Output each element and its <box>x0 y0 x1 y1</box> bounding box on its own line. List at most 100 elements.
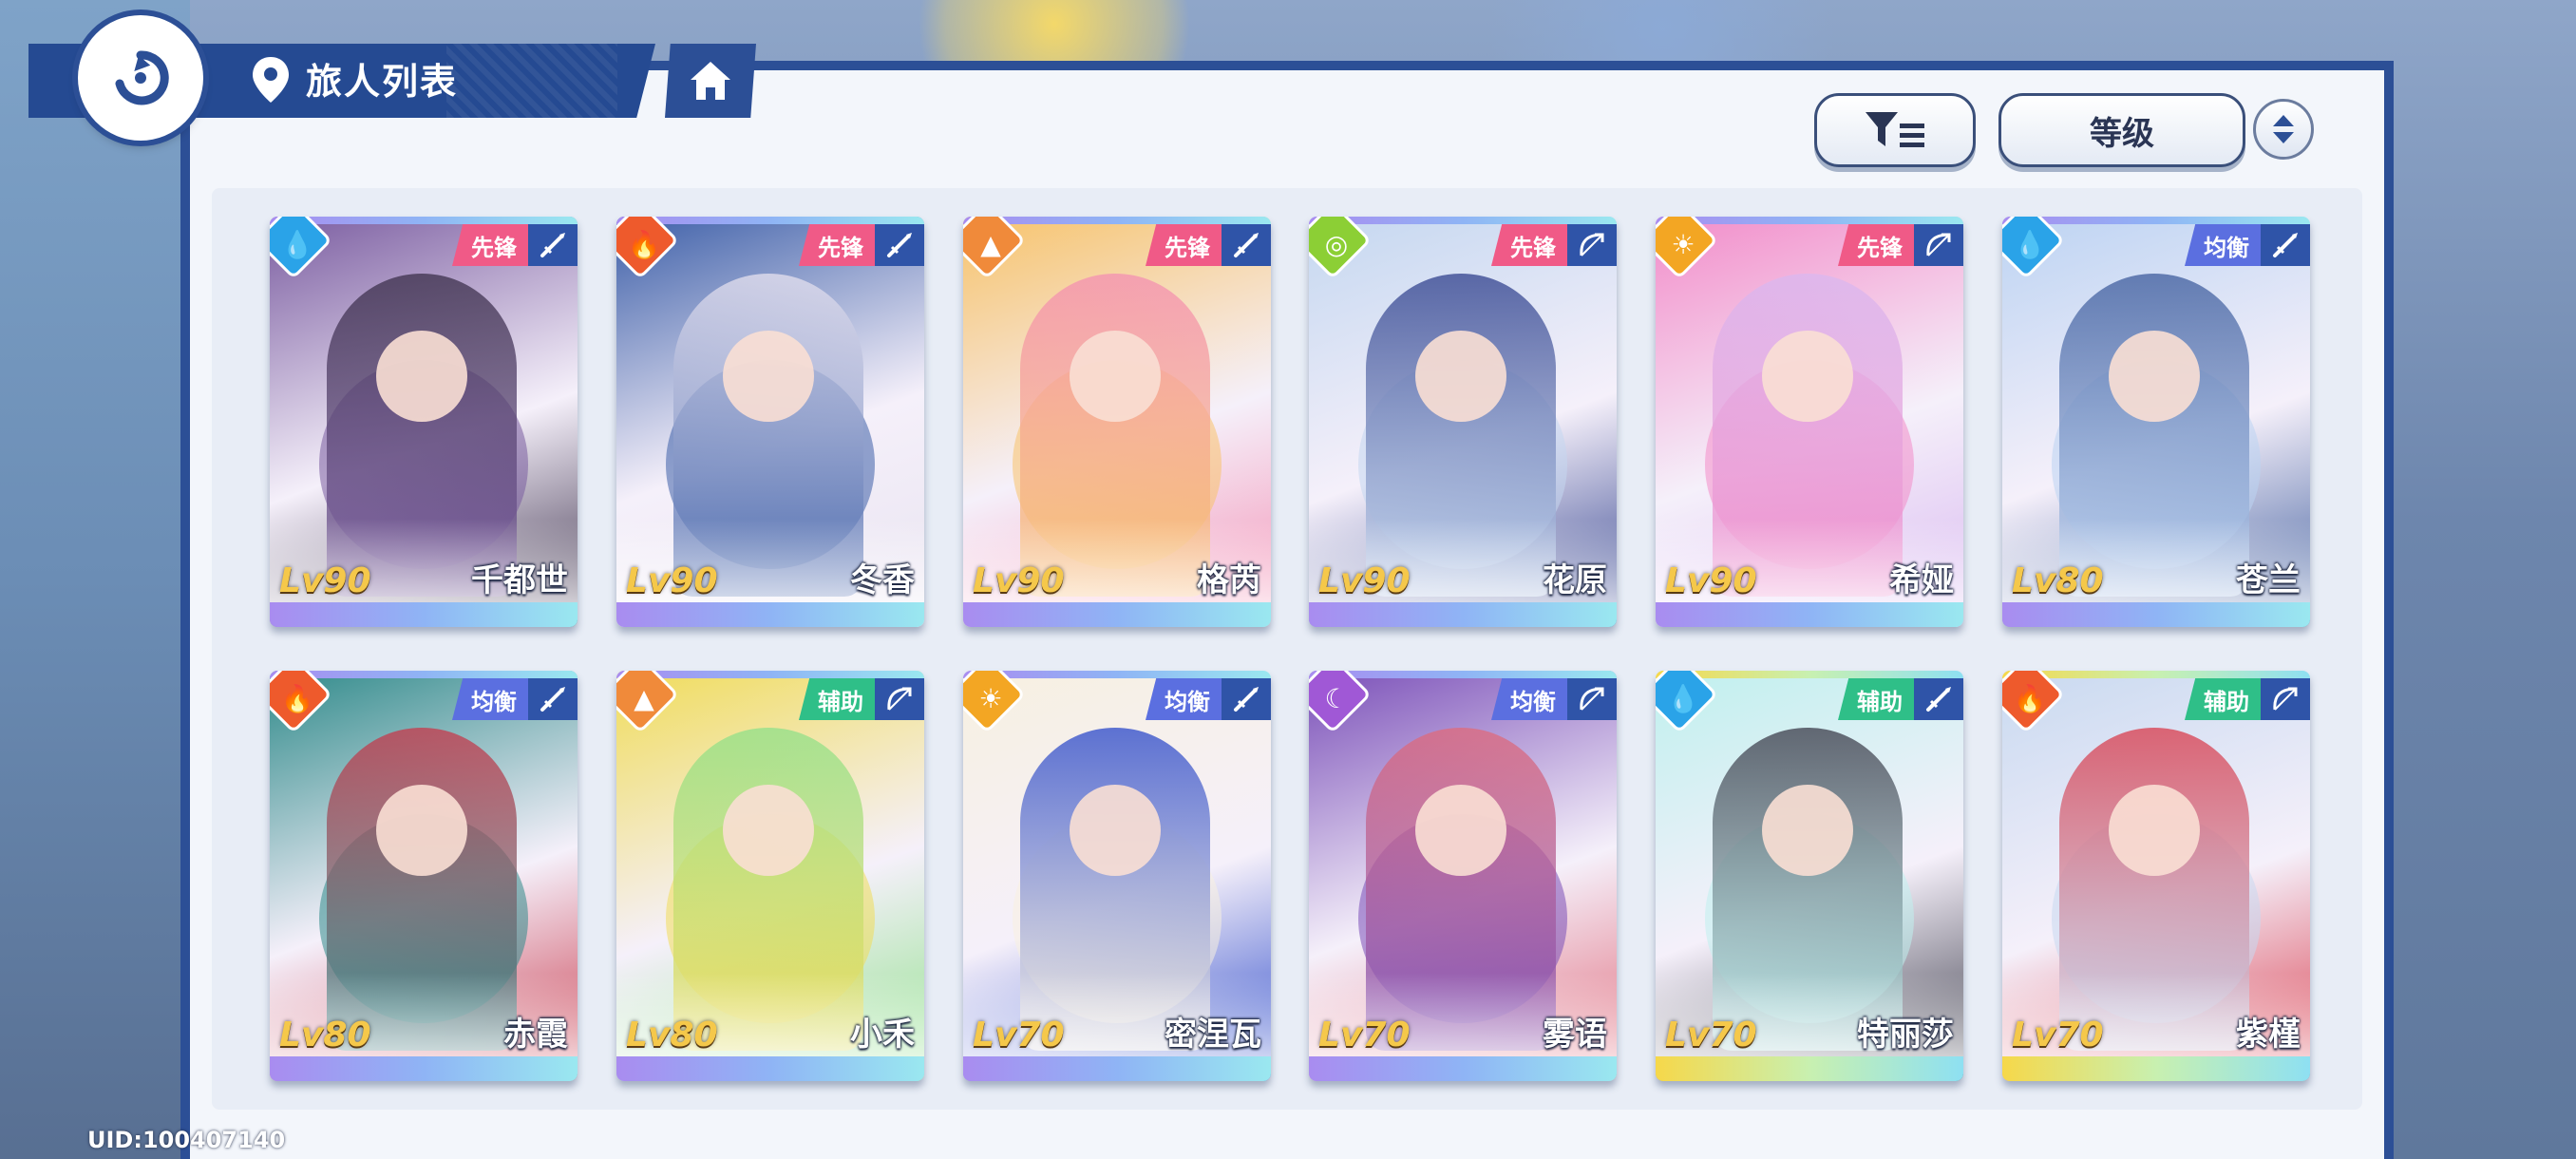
element-glyph: 🔥 <box>2013 682 2047 714</box>
sword-icon <box>528 224 578 266</box>
character-card[interactable]: 均衡 ☾ Lv70 雾语 <box>1309 671 1617 1081</box>
character-level: Lv90 <box>626 561 718 600</box>
role-label: 先锋 <box>1146 224 1222 266</box>
character-level: Lv70 <box>2012 1016 2104 1054</box>
character-name: 密涅瓦 <box>1165 1016 1261 1054</box>
back-arrow-icon <box>115 50 169 105</box>
rarity-strip <box>963 602 1271 627</box>
role-label: 先锋 <box>1491 224 1567 266</box>
character-name: 紫槿 <box>2236 1016 2301 1054</box>
role-label: 先锋 <box>799 224 875 266</box>
character-card[interactable]: 先锋 ☀ Lv90 希娅 <box>1656 217 1963 627</box>
element-glyph: ◎ <box>1324 228 1349 260</box>
rarity-strip <box>1656 1056 1963 1081</box>
role-label: 辅助 <box>1838 678 1914 720</box>
character-level: Lv80 <box>626 1016 718 1054</box>
character-card[interactable]: 均衡 💧 Lv80 苍兰 <box>2002 217 2310 627</box>
character-name: 冬香 <box>850 561 915 599</box>
role-label: 先锋 <box>452 224 528 266</box>
element-glyph: ☀ <box>1671 228 1695 260</box>
rarity-strip <box>2002 1056 2310 1081</box>
character-card[interactable]: 先锋 ▲ Lv90 格芮 <box>963 217 1271 627</box>
element-glyph: 🔥 <box>627 228 661 260</box>
background-left <box>0 0 190 1159</box>
sword-icon <box>528 678 578 720</box>
sword-icon <box>2261 224 2310 266</box>
character-level: Lv70 <box>1318 1016 1411 1054</box>
character-name: 雾语 <box>1543 1016 1607 1054</box>
character-card[interactable]: 辅助 🔥 Lv70 紫槿 <box>2002 671 2310 1081</box>
rarity-strip <box>2002 602 2310 627</box>
sword-icon <box>1222 678 1271 720</box>
role-tag: 先锋 <box>1491 224 1617 266</box>
character-card[interactable]: 先锋 ◎ Lv90 花原 <box>1309 217 1617 627</box>
location-pin-icon <box>253 57 289 103</box>
element-glyph: 💧 <box>2013 228 2047 260</box>
rarity-strip <box>963 1056 1271 1081</box>
sword-icon <box>875 224 924 266</box>
filter-button[interactable] <box>1814 93 1976 167</box>
character-name: 苍兰 <box>2236 561 2301 599</box>
rarity-strip <box>270 602 578 627</box>
role-tag: 先锋 <box>799 224 924 266</box>
rarity-strip <box>616 1056 924 1081</box>
bow-icon <box>875 678 924 720</box>
role-label: 均衡 <box>452 678 528 720</box>
sort-order-icon <box>2273 115 2294 143</box>
element-glyph: 🔥 <box>280 682 314 714</box>
character-card[interactable]: 辅助 ▲ Lv80 小禾 <box>616 671 924 1081</box>
role-label: 先锋 <box>1838 224 1914 266</box>
filter-icon <box>1866 112 1924 147</box>
role-label: 辅助 <box>2185 678 2261 720</box>
character-level: Lv90 <box>279 561 371 600</box>
element-glyph: 💧 <box>1666 682 1700 714</box>
character-level: Lv70 <box>1665 1016 1757 1054</box>
character-level: Lv90 <box>1665 561 1757 600</box>
role-label: 均衡 <box>2185 224 2261 266</box>
character-card[interactable]: 辅助 💧 Lv70 特丽莎 <box>1656 671 1963 1081</box>
rarity-strip <box>270 1056 578 1081</box>
character-card[interactable]: 均衡 ☀ Lv70 密涅瓦 <box>963 671 1271 1081</box>
role-tag: 先锋 <box>452 224 578 266</box>
uid-label: UID:100407140 <box>87 1127 286 1153</box>
role-tag: 均衡 <box>1491 678 1617 720</box>
character-level: Lv70 <box>973 1016 1065 1054</box>
page-title: 旅人列表 <box>306 61 459 103</box>
sword-icon <box>1914 678 1963 720</box>
element-glyph: ▲ <box>980 228 1001 260</box>
sort-by-level-button[interactable]: 等级 <box>1998 93 2245 167</box>
role-label: 辅助 <box>799 678 875 720</box>
element-glyph: ▲ <box>634 682 654 714</box>
role-tag: 均衡 <box>2185 224 2310 266</box>
element-glyph: ☀ <box>978 682 1003 714</box>
role-tag: 均衡 <box>1146 678 1271 720</box>
role-tag: 先锋 <box>1146 224 1271 266</box>
bow-icon <box>2261 678 2310 720</box>
character-card[interactable]: 先锋 💧 Lv90 千都世 <box>270 217 578 627</box>
character-name: 千都世 <box>471 561 568 599</box>
rarity-strip <box>1309 1056 1617 1081</box>
character-level: Lv80 <box>279 1016 371 1054</box>
role-tag: 辅助 <box>1838 678 1963 720</box>
character-level: Lv80 <box>2012 561 2104 600</box>
rarity-strip <box>616 602 924 627</box>
role-label: 均衡 <box>1491 678 1567 720</box>
role-tag: 辅助 <box>799 678 924 720</box>
role-tag: 先锋 <box>1838 224 1963 266</box>
rarity-strip <box>1309 602 1617 627</box>
sword-icon <box>1222 224 1271 266</box>
home-icon <box>691 62 730 100</box>
element-glyph: ☾ <box>1324 682 1349 714</box>
back-button[interactable] <box>78 15 203 141</box>
sort-order-toggle[interactable] <box>2253 99 2314 160</box>
character-name: 特丽莎 <box>1857 1016 1954 1054</box>
character-level: Lv90 <box>1318 561 1411 600</box>
role-tag: 辅助 <box>2185 678 2310 720</box>
character-card[interactable]: 先锋 🔥 Lv90 冬香 <box>616 217 924 627</box>
character-card[interactable]: 均衡 🔥 Lv80 赤霞 <box>270 671 578 1081</box>
home-button[interactable] <box>665 44 756 118</box>
bow-icon <box>1567 678 1617 720</box>
character-name: 格芮 <box>1197 561 1261 599</box>
rarity-strip <box>1656 602 1963 627</box>
character-name: 小禾 <box>850 1016 915 1054</box>
